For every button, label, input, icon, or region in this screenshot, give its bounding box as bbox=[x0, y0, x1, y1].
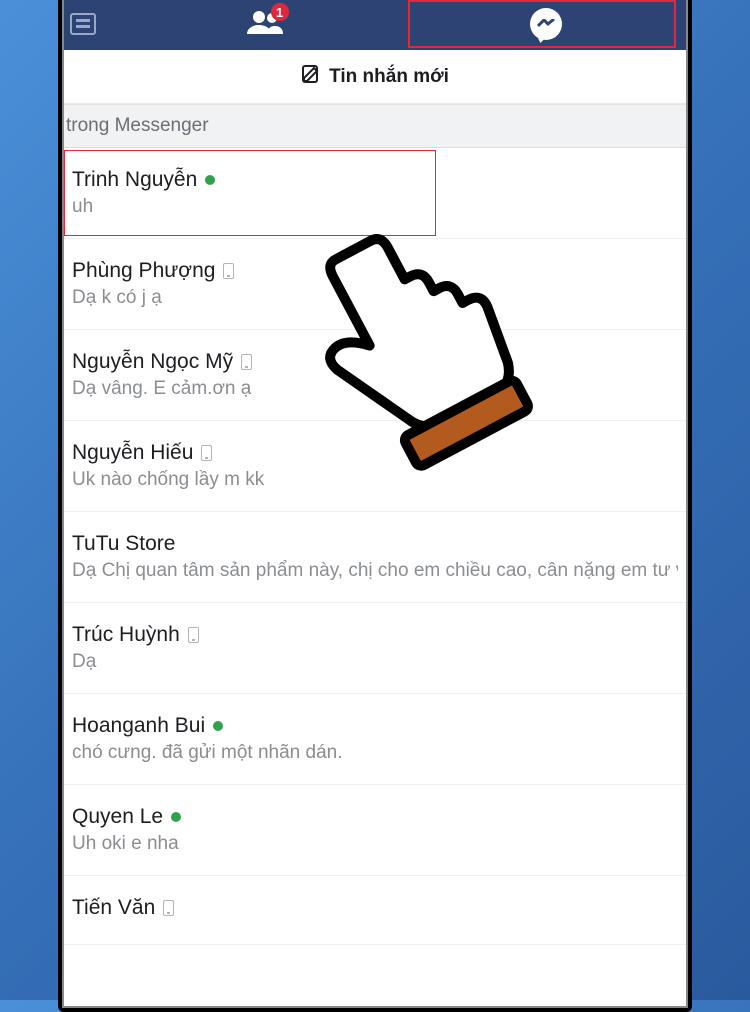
conversation-item[interactable]: Hoanganh Bui chó cưng. đã gửi một nhãn dá… bbox=[64, 694, 686, 785]
compose-label: Tin nhắn mới bbox=[329, 66, 449, 88]
conversation-name: Nguyễn Hiếu bbox=[72, 441, 193, 465]
tab-feed[interactable] bbox=[64, 0, 124, 50]
mobile-icon bbox=[241, 354, 252, 370]
conversation-name: Trúc Huỳnh bbox=[72, 623, 180, 647]
conversation-preview: Dạ Chị quan tâm sản phẩm này, chị cho em… bbox=[72, 560, 678, 582]
conversation-item[interactable]: Quyen Le Uh oki e nha bbox=[64, 785, 686, 876]
highlight-box bbox=[64, 150, 436, 236]
conversation-name: Phùng Phượng bbox=[72, 259, 215, 283]
conversation-item[interactable]: Trúc Huỳnh Dạ bbox=[64, 603, 686, 694]
conversation-item[interactable]: Trinh Nguyễn uh bbox=[64, 148, 686, 239]
conversation-preview: Uk nào chống lầy m kk bbox=[72, 469, 678, 491]
mobile-icon bbox=[163, 900, 174, 916]
conversation-item[interactable]: Nguyễn Ngọc Mỹ Dạ vâng. E cảm.ơn ạ bbox=[64, 330, 686, 421]
screen: 1 Tin nhắn mới trong Messenger Trinh Ngu… bbox=[62, 0, 688, 1008]
messenger-icon bbox=[530, 8, 562, 40]
conversation-preview: Dạ bbox=[72, 651, 678, 673]
conversation-name: TuTu Store bbox=[72, 532, 175, 556]
search-text: trong Messenger bbox=[66, 115, 209, 137]
conversation-preview: Dạ vâng. E cảm.ơn ạ bbox=[72, 378, 678, 400]
newsfeed-icon bbox=[70, 13, 96, 35]
tab-messenger[interactable] bbox=[405, 0, 686, 50]
online-dot-icon bbox=[213, 721, 223, 731]
conversation-item[interactable]: Tiến Văn bbox=[64, 876, 686, 945]
conversation-item[interactable]: Phùng Phượng Dạ k có j ạ bbox=[64, 239, 686, 330]
conversation-preview: chó cưng. đã gửi một nhãn dán. bbox=[72, 742, 678, 764]
conversation-name: Nguyễn Ngọc Mỹ bbox=[72, 350, 233, 374]
tab-friends[interactable]: 1 bbox=[124, 0, 405, 50]
search-bar[interactable]: trong Messenger bbox=[64, 104, 686, 148]
mobile-icon bbox=[223, 263, 234, 279]
conversation-list: Trinh Nguyễn uh Phùng Phượng Dạ k có j ạ Ngu… bbox=[64, 148, 686, 945]
conversation-preview: uh bbox=[72, 196, 678, 218]
top-nav: 1 bbox=[64, 0, 686, 50]
mobile-icon bbox=[188, 627, 199, 643]
conversation-name: Trinh Nguyễn bbox=[72, 168, 197, 192]
conversation-item[interactable]: TuTu Store Dạ Chị quan tâm sản phẩm này, … bbox=[64, 512, 686, 603]
mobile-icon bbox=[201, 445, 212, 461]
online-dot-icon bbox=[205, 175, 215, 185]
conversation-item[interactable]: Nguyễn Hiếu Uk nào chống lầy m kk bbox=[64, 421, 686, 512]
compose-button[interactable]: Tin nhắn mới bbox=[64, 50, 686, 104]
conversation-name: Hoanganh Bui bbox=[72, 714, 205, 738]
phone-frame: 1 Tin nhắn mới trong Messenger Trinh Ngu… bbox=[58, 0, 692, 1012]
conversation-preview: Dạ k có j ạ bbox=[72, 287, 678, 309]
conversation-name: Tiến Văn bbox=[72, 896, 155, 920]
conversation-preview: Uh oki e nha bbox=[72, 833, 678, 855]
compose-icon bbox=[301, 64, 321, 90]
conversation-name: Quyen Le bbox=[72, 805, 163, 829]
online-dot-icon bbox=[171, 812, 181, 822]
friends-badge: 1 bbox=[271, 3, 289, 21]
